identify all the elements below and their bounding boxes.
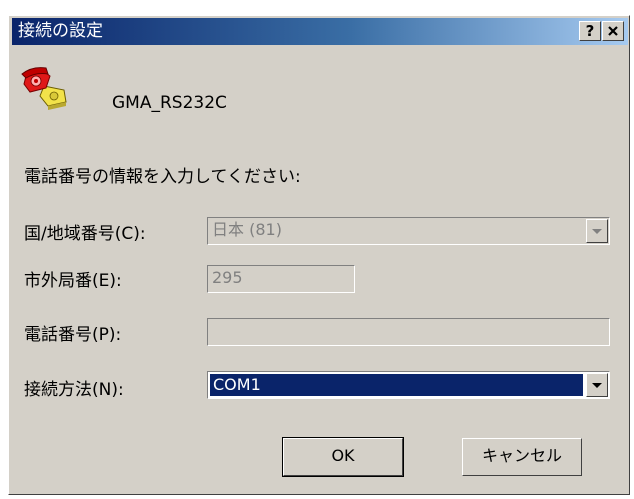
ok-button[interactable]: OK	[282, 437, 404, 477]
chevron-down-icon	[592, 382, 602, 388]
connection-name: GMA_RS232C	[112, 93, 227, 113]
connect-using-value: COM1	[209, 373, 584, 397]
dialog-title: 接続の設定	[18, 21, 103, 41]
close-button[interactable]	[602, 21, 624, 41]
country-code-label: 国/地域番号(C):	[24, 224, 146, 244]
connect-using-select[interactable]: COM1	[207, 371, 610, 399]
country-dropdown-button[interactable]	[586, 219, 608, 243]
phone-number-label: 電話番号(P):	[24, 325, 122, 345]
area-code-label: 市外局番(E):	[24, 271, 122, 291]
phone-number-input[interactable]	[207, 318, 610, 346]
phone-connection-icon	[20, 66, 70, 110]
country-code-value: 日本 (81)	[212, 220, 282, 239]
instruction-text: 電話番号の情報を入力してください:	[24, 167, 301, 187]
connect-using-dropdown-button[interactable]	[586, 373, 608, 397]
title-bar: 接続の設定 ?	[12, 18, 628, 45]
connect-using-label: 接続方法(N):	[24, 380, 124, 400]
connection-settings-dialog: 接続の設定 ?	[8, 15, 630, 495]
country-code-select[interactable]: 日本 (81)	[207, 217, 610, 245]
help-button[interactable]: ?	[579, 21, 601, 41]
chevron-down-icon	[592, 228, 602, 234]
cancel-button[interactable]: キャンセル	[462, 438, 582, 476]
close-icon	[608, 26, 618, 36]
area-code-input[interactable]: 295	[207, 265, 355, 293]
